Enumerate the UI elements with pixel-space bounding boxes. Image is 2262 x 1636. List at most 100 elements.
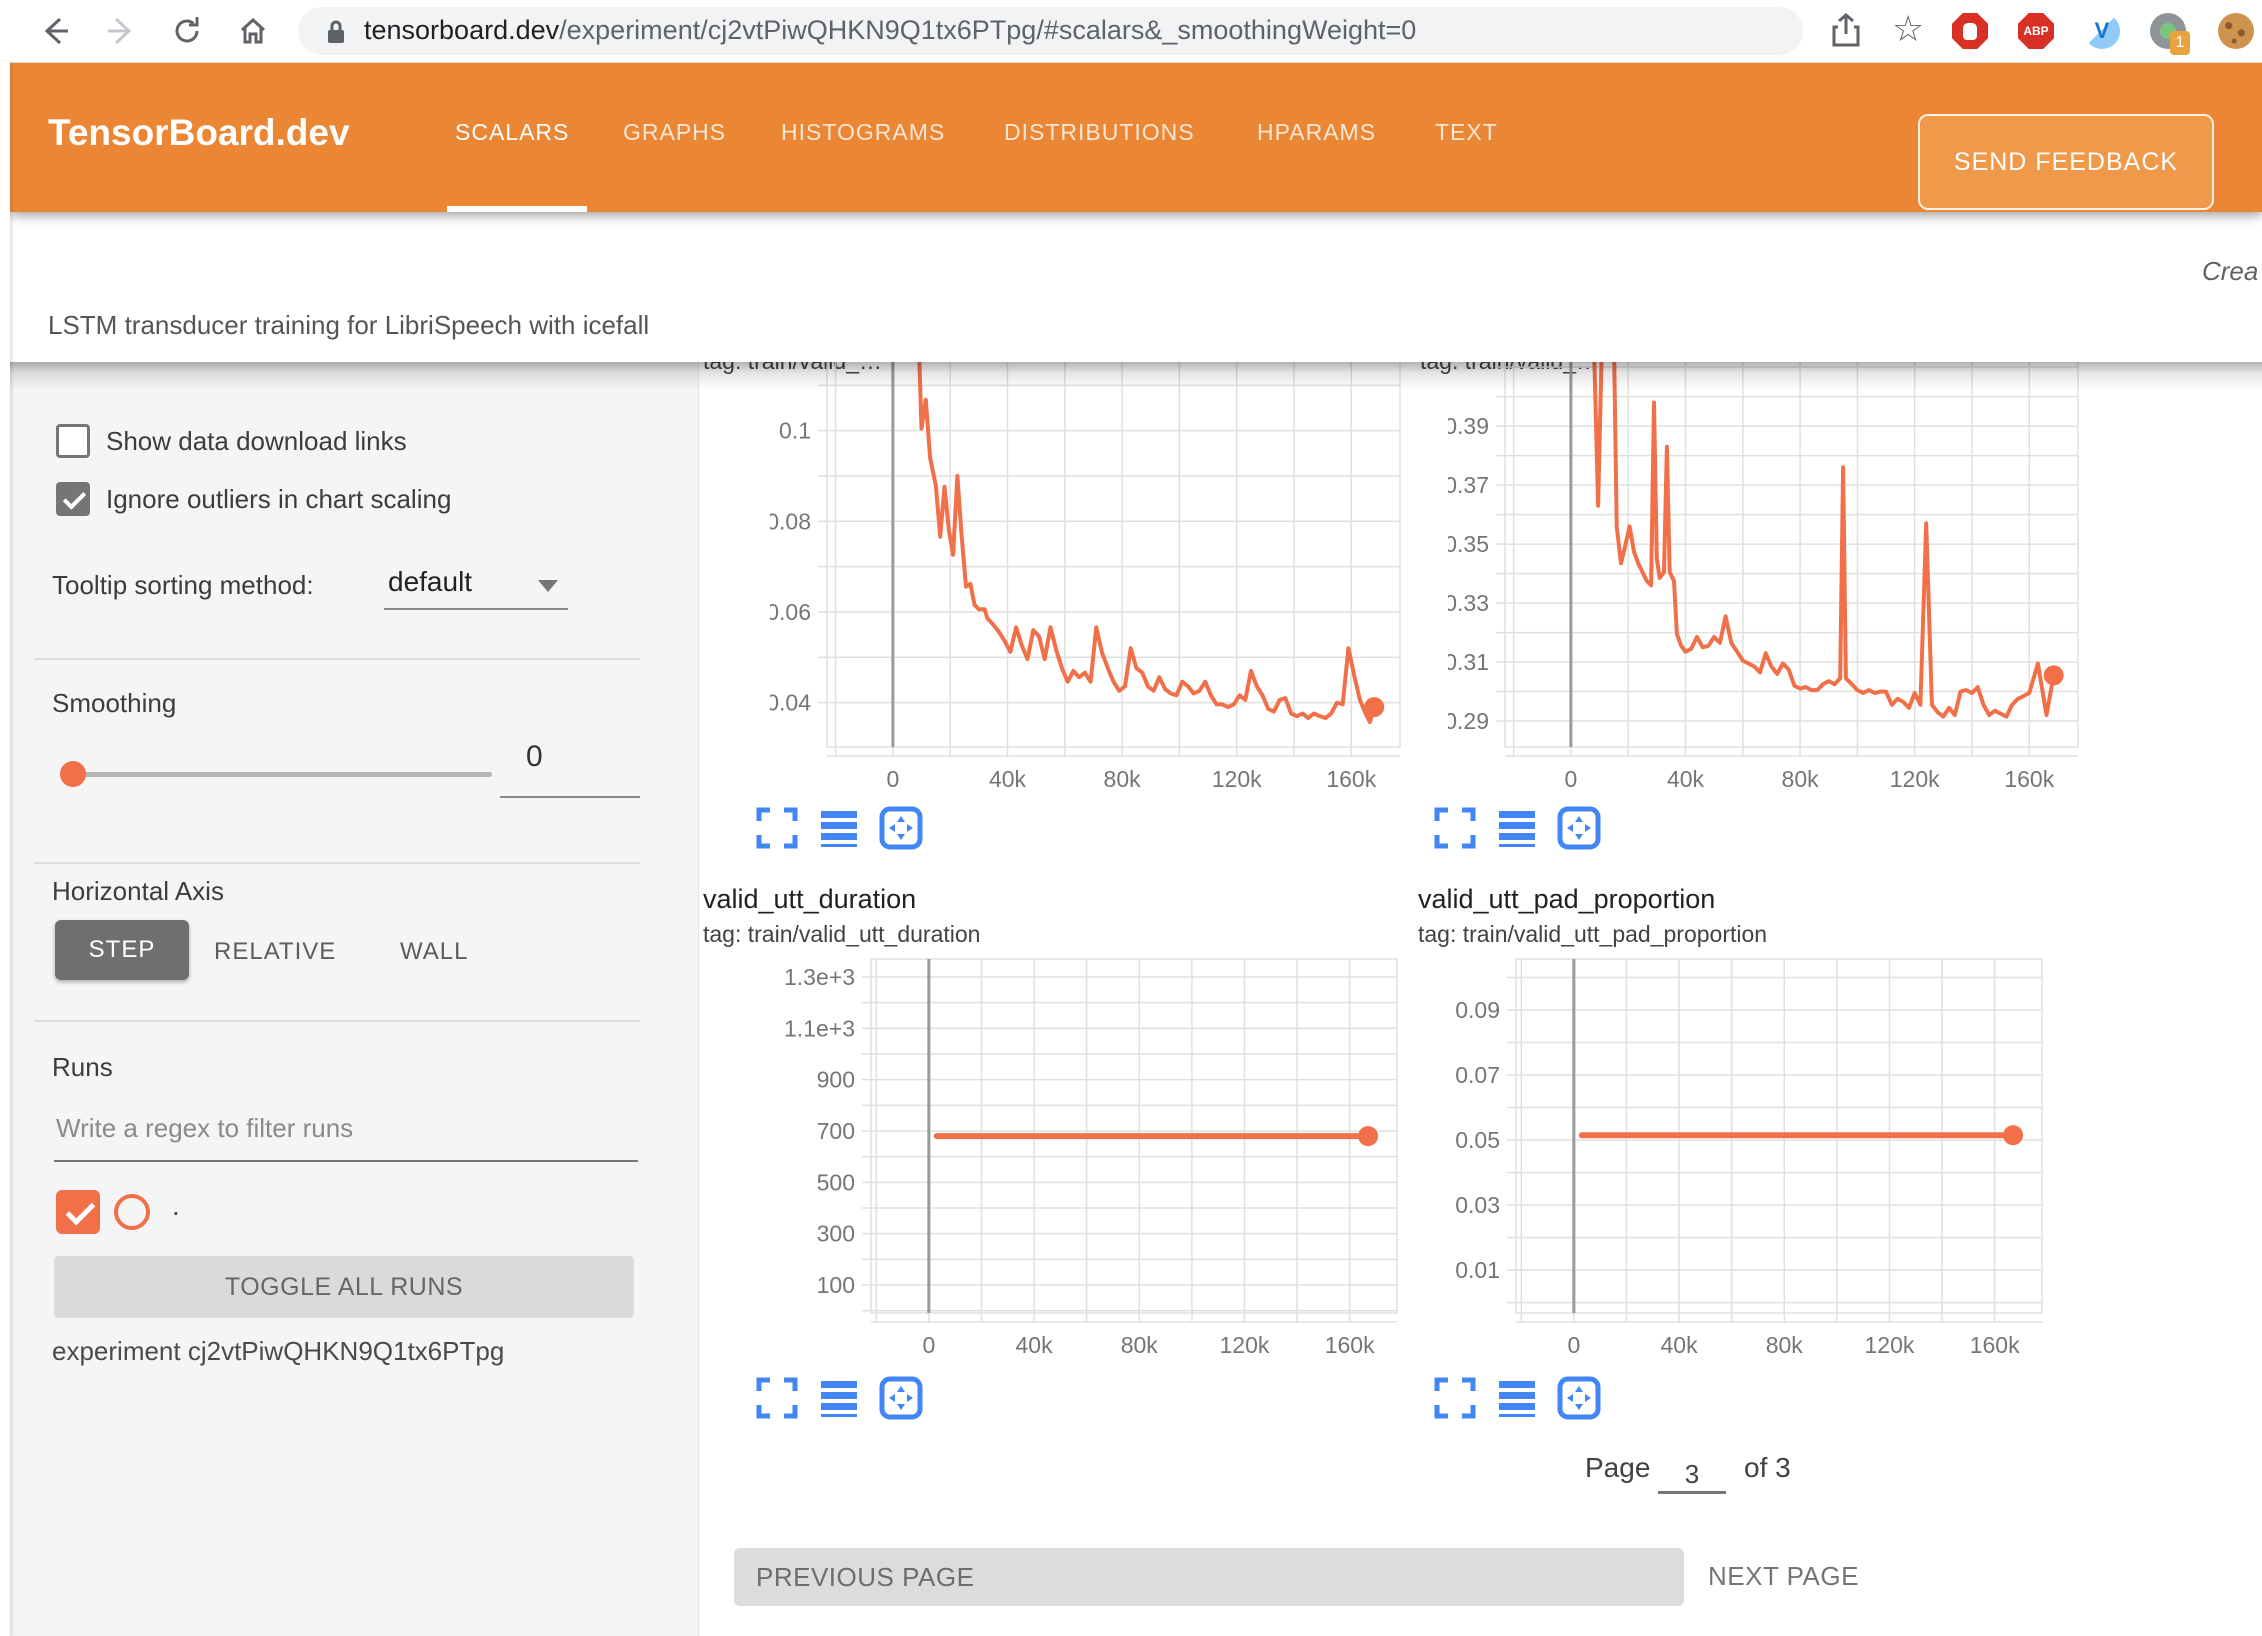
extension-badge: 1 xyxy=(2170,31,2190,55)
svg-text:120k: 120k xyxy=(1220,1332,1270,1358)
tensorboard-page: tensorboard.dev/experiment/cj2vtPiwQHKN9… xyxy=(0,0,2262,1636)
chart-canvas-1[interactable]: 0.390.370.350.330.310.29040k80k120k160k xyxy=(1448,340,2110,812)
url-domain: tensorboard.dev xyxy=(364,15,559,45)
chart-canvas-2[interactable]: 1.3e+31.1e+3900700500300100040k80k120k16… xyxy=(770,950,1432,1374)
svg-text:0.1: 0.1 xyxy=(779,418,811,444)
settings-sidebar: Show data download links Ignore outliers… xyxy=(10,362,699,1636)
runs-filter-input[interactable] xyxy=(54,1112,618,1145)
star-icon[interactable]: ☆ xyxy=(1892,8,1924,50)
svg-text:120k: 120k xyxy=(1865,1332,1915,1358)
svg-text:80k: 80k xyxy=(1782,766,1820,792)
divider xyxy=(34,1020,640,1022)
svg-text:40k: 40k xyxy=(1016,1332,1054,1358)
expand-icon[interactable] xyxy=(1433,1376,1477,1420)
reload-icon[interactable] xyxy=(170,14,204,48)
svg-text:0.33: 0.33 xyxy=(1448,590,1489,616)
tab-text[interactable]: TEXT xyxy=(1435,119,1498,146)
chart-toolbar-top-left xyxy=(755,806,923,850)
svg-text:80k: 80k xyxy=(1121,1332,1159,1358)
divider xyxy=(34,862,640,864)
app-header: TensorBoard.dev SCALARS GRAPHS HISTOGRAM… xyxy=(10,62,2262,212)
smoothing-label: Smoothing xyxy=(52,688,176,719)
chart-canvas-3[interactable]: 0.090.070.050.030.01040k80k120k160k xyxy=(1415,950,2077,1374)
filter-underline xyxy=(54,1160,638,1162)
home-icon[interactable] xyxy=(236,14,270,48)
svg-text:0.31: 0.31 xyxy=(1448,649,1489,675)
horizontal-lines-icon[interactable] xyxy=(1495,806,1539,850)
share-icon[interactable] xyxy=(1828,12,1864,55)
cookie-extension-icon[interactable] xyxy=(2218,13,2254,49)
chart-title-valid-utt-pad-proportion: valid_utt_pad_proportion xyxy=(1418,884,1715,915)
svg-text:300: 300 xyxy=(817,1221,855,1247)
svg-text:700: 700 xyxy=(817,1118,855,1144)
send-feedback-button[interactable]: SEND FEEDBACK xyxy=(1918,114,2214,210)
horizontal-lines-icon[interactable] xyxy=(817,806,861,850)
svg-text:0: 0 xyxy=(886,766,899,792)
smoothing-slider-track[interactable] xyxy=(68,772,492,777)
lock-icon xyxy=(324,19,348,50)
run-color-swatch[interactable] xyxy=(114,1194,150,1230)
chevron-down-icon[interactable] xyxy=(538,580,558,592)
expand-icon[interactable] xyxy=(755,806,799,850)
window-edge xyxy=(0,62,10,1636)
svg-text:40k: 40k xyxy=(1661,1332,1699,1358)
svg-text:80k: 80k xyxy=(1104,766,1142,792)
axis-relative-button[interactable]: RELATIVE xyxy=(214,938,336,966)
svg-text:0.05: 0.05 xyxy=(1455,1127,1500,1153)
tab-histograms[interactable]: HISTOGRAMS xyxy=(781,119,945,146)
tab-graphs[interactable]: GRAPHS xyxy=(623,119,726,146)
tab-distributions[interactable]: DISTRIBUTIONS xyxy=(1004,119,1195,146)
show-download-checkbox[interactable] xyxy=(56,424,90,458)
abp-extension-icon[interactable]: ABP xyxy=(2018,13,2054,49)
toggle-all-runs-button[interactable]: TOGGLE ALL RUNS xyxy=(54,1256,634,1318)
svg-text:100: 100 xyxy=(817,1272,855,1298)
svg-text:900: 900 xyxy=(817,1067,855,1093)
svg-text:0.37: 0.37 xyxy=(1448,472,1489,498)
run-checkbox[interactable] xyxy=(56,1190,100,1234)
svg-text:0.06: 0.06 xyxy=(770,599,811,625)
svg-text:1.1e+3: 1.1e+3 xyxy=(784,1015,855,1041)
experiment-header-band: Crea LSTM transducer training for LibriS… xyxy=(10,212,2262,362)
created-text-fragment: Crea xyxy=(2202,256,2258,287)
chart-tag-valid-utt-duration: tag: train/valid_utt_duration xyxy=(703,921,980,948)
svg-text:80k: 80k xyxy=(1766,1332,1804,1358)
svg-text:0: 0 xyxy=(922,1332,935,1358)
app-logo: TensorBoard.dev xyxy=(48,112,350,154)
expand-icon[interactable] xyxy=(1433,806,1477,850)
privacy-extension-icon[interactable]: 1 xyxy=(2150,13,2186,49)
chart-toolbar-top-right xyxy=(1433,806,1601,850)
svg-text:160k: 160k xyxy=(1970,1332,2020,1358)
svg-text:0.01: 0.01 xyxy=(1455,1257,1500,1283)
select-underline xyxy=(384,608,568,610)
run-name: . xyxy=(172,1190,180,1222)
fit-to-data-icon[interactable] xyxy=(879,806,923,850)
previous-page-button[interactable]: PREVIOUS PAGE xyxy=(734,1548,1684,1606)
expand-icon[interactable] xyxy=(755,1376,799,1420)
url-text[interactable]: tensorboard.dev/experiment/cj2vtPiwQHKN9… xyxy=(364,15,1416,46)
page-number-input[interactable] xyxy=(1658,1458,1726,1494)
chart-toolbar-bottom-right xyxy=(1433,1376,1601,1420)
page-count-label: of 3 xyxy=(1744,1452,1791,1484)
chart-canvas-0[interactable]: 0.10.080.060.04040k80k120k160k xyxy=(770,340,1432,812)
horizontal-lines-icon[interactable] xyxy=(1495,1376,1539,1420)
v-extension-icon[interactable]: V xyxy=(2084,13,2120,49)
horizontal-lines-icon[interactable] xyxy=(817,1376,861,1420)
smoothing-value[interactable]: 0 xyxy=(526,740,543,774)
svg-text:0.07: 0.07 xyxy=(1455,1062,1500,1088)
ignore-outliers-checkbox[interactable] xyxy=(56,482,90,516)
fit-to-data-icon[interactable] xyxy=(879,1376,923,1420)
forward-icon[interactable] xyxy=(104,14,138,48)
next-page-button[interactable]: NEXT PAGE xyxy=(1702,1560,1865,1593)
tab-hparams[interactable]: HPARAMS xyxy=(1257,119,1376,146)
show-download-label: Show data download links xyxy=(106,426,407,457)
stop-hand-extension-icon[interactable] xyxy=(1952,13,1988,49)
fit-to-data-icon[interactable] xyxy=(1557,806,1601,850)
back-icon[interactable] xyxy=(38,14,72,48)
fit-to-data-icon[interactable] xyxy=(1557,1376,1601,1420)
tooltip-sorting-select[interactable]: default xyxy=(388,566,472,598)
smoothing-slider-thumb[interactable] xyxy=(60,761,86,787)
svg-text:500: 500 xyxy=(817,1169,855,1195)
axis-wall-button[interactable]: WALL xyxy=(400,938,468,966)
tab-scalars[interactable]: SCALARS xyxy=(455,119,569,146)
axis-step-button[interactable]: STEP xyxy=(55,920,189,980)
